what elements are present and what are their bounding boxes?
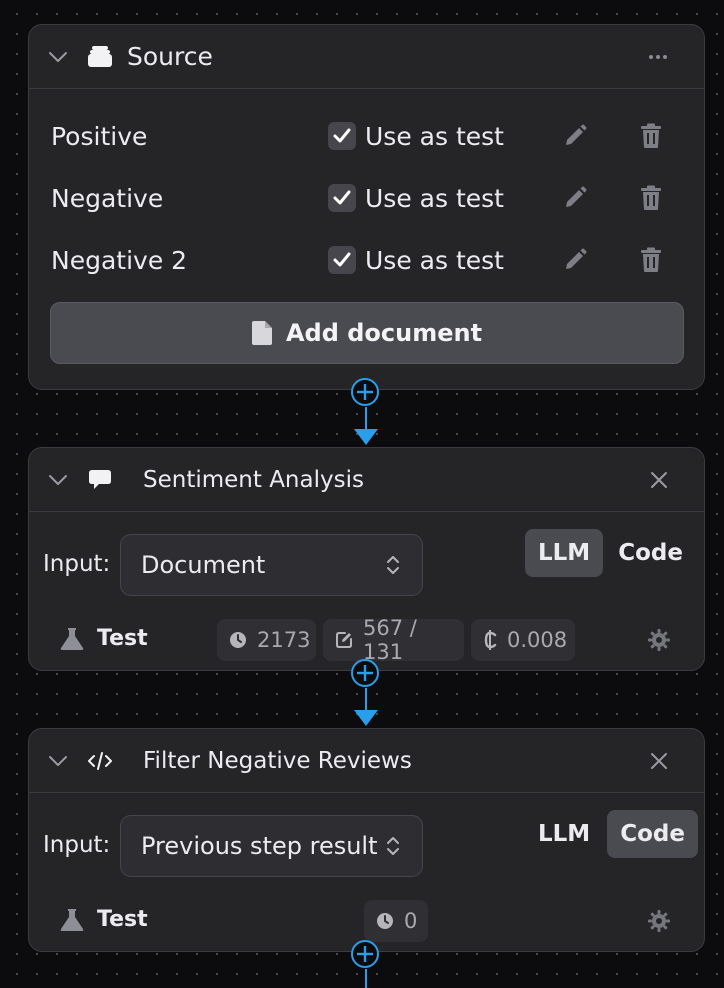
trash-icon[interactable] <box>640 247 662 273</box>
connector <box>350 658 382 728</box>
chevron-down-icon[interactable] <box>47 46 69 68</box>
more-options-icon[interactable] <box>648 54 668 60</box>
add-step-icon[interactable] <box>350 658 380 688</box>
tokens-value: 567 / 131 <box>363 616 417 664</box>
tokens-stat: 567 / 131 <box>323 616 464 664</box>
document-name: Negative 2 <box>51 245 188 275</box>
chevron-up-down-icon <box>386 834 400 858</box>
document-name: Negative <box>51 183 164 213</box>
checkbox-checked[interactable] <box>328 184 356 212</box>
arrow-down-icon <box>354 710 378 726</box>
source-card: Source Positive Use as test Negative Use… <box>28 24 705 390</box>
connector <box>350 377 382 447</box>
toggle-code[interactable]: Code <box>607 810 698 858</box>
add-step-icon[interactable] <box>350 377 380 407</box>
edit-square-icon <box>335 631 353 649</box>
document-row-positive: Positive Use as test <box>51 114 682 158</box>
input-select-value: Previous step result <box>141 832 378 860</box>
mode-toggle: LLM Code <box>525 810 698 858</box>
layers-icon <box>87 44 113 70</box>
mode-toggle: LLM Code <box>525 529 696 577</box>
add-document-button[interactable]: Add document <box>50 302 684 364</box>
checkbox-checked[interactable] <box>328 246 356 274</box>
connector <box>350 939 382 988</box>
clock-icon <box>376 912 394 930</box>
step-title: Filter Negative Reviews <box>143 747 412 774</box>
checkbox-label: Use as test <box>365 121 504 151</box>
step-card-sentiment-analysis: Sentiment Analysis Input: Document LLM C… <box>28 447 705 671</box>
toggle-llm[interactable]: LLM <box>525 529 604 577</box>
use-as-test-checkbox[interactable]: Use as test <box>328 122 504 151</box>
document-icon <box>251 321 272 345</box>
checkbox-label: Use as test <box>365 183 504 213</box>
chevron-up-down-icon <box>386 553 400 577</box>
source-title: Source <box>127 42 213 71</box>
input-label: Input: <box>43 832 111 858</box>
cost-stat: 0.008 <box>471 619 575 661</box>
speech-bubble-icon <box>87 467 113 493</box>
add-document-label: Add document <box>285 319 483 347</box>
use-as-test-checkbox[interactable]: Use as test <box>328 246 504 275</box>
test-label: Test <box>97 626 148 651</box>
time-stat: 2173 <box>217 619 316 661</box>
flask-icon <box>59 908 85 932</box>
use-as-test-checkbox[interactable]: Use as test <box>328 184 504 213</box>
time-value: 2173 <box>257 628 311 652</box>
step-header: Sentiment Analysis <box>29 448 704 512</box>
toggle-code[interactable]: Code <box>605 529 696 577</box>
input-select[interactable]: Document <box>120 534 423 596</box>
input-label: Input: <box>43 551 111 577</box>
step-header: Filter Negative Reviews <box>29 729 704 793</box>
toggle-llm[interactable]: LLM <box>525 810 603 858</box>
cost-value: 0.008 <box>507 628 568 652</box>
time-stat: 0 <box>364 900 428 942</box>
time-value: 0 <box>404 909 418 933</box>
test-button[interactable]: Test <box>59 626 148 651</box>
checkbox-label: Use as test <box>365 245 504 275</box>
gear-icon[interactable] <box>648 629 670 651</box>
pencil-icon[interactable] <box>562 123 588 149</box>
document-row-negative: Negative Use as test <box>51 176 682 220</box>
source-header: Source <box>29 25 704 89</box>
chevron-down-icon[interactable] <box>47 469 69 491</box>
step-card-filter-negative-reviews: Filter Negative Reviews Input: Previous … <box>28 728 705 952</box>
document-row-negative-2: Negative 2 Use as test <box>51 238 682 282</box>
test-button[interactable]: Test <box>59 907 148 932</box>
trash-icon[interactable] <box>640 123 662 149</box>
close-icon[interactable] <box>650 471 668 489</box>
gear-icon[interactable] <box>648 910 670 932</box>
close-icon[interactable] <box>650 752 668 770</box>
pencil-icon[interactable] <box>562 185 588 211</box>
cent-icon <box>483 629 497 651</box>
clock-icon <box>229 631 247 649</box>
pencil-icon[interactable] <box>562 247 588 273</box>
input-select[interactable]: Previous step result <box>120 815 423 877</box>
test-label: Test <box>97 907 148 932</box>
arrow-down-icon <box>354 429 378 445</box>
flask-icon <box>59 627 85 651</box>
add-step-icon[interactable] <box>350 939 380 969</box>
trash-icon[interactable] <box>640 185 662 211</box>
checkbox-checked[interactable] <box>328 122 356 150</box>
chevron-down-icon[interactable] <box>47 750 69 772</box>
step-title: Sentiment Analysis <box>143 466 364 493</box>
code-icon <box>87 748 113 774</box>
input-select-value: Document <box>141 551 266 579</box>
document-name: Positive <box>51 121 148 151</box>
